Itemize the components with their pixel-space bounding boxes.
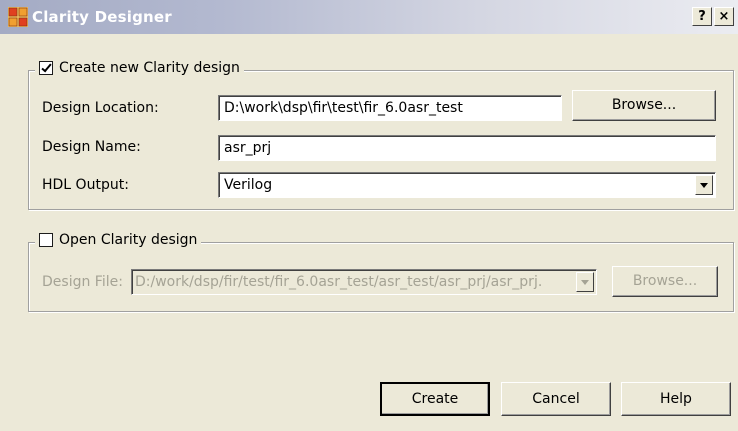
window-title: Clarity Designer: [32, 8, 172, 26]
create-design-legend[interactable]: Create new Clarity design: [35, 60, 244, 76]
open-design-checkbox-label: Open Clarity design: [59, 232, 198, 248]
app-icon: [8, 7, 28, 27]
open-design-checkbox[interactable]: [39, 233, 53, 247]
clarity-designer-dialog: Clarity Designer ? × Create new Clarity …: [0, 0, 738, 431]
design-name-input[interactable]: asr_prj: [218, 135, 716, 161]
design-file-label: Design File:: [42, 274, 123, 290]
create-design-checkbox[interactable]: [39, 61, 53, 75]
design-file-select[interactable]: D:/work/dsp/fir/test/fir_6.0asr_test/asr…: [131, 269, 597, 295]
create-button[interactable]: Create: [380, 382, 490, 416]
hdl-output-select[interactable]: Verilog: [218, 172, 716, 198]
hdl-output-value: Verilog: [224, 177, 273, 193]
chevron-down-icon[interactable]: [695, 175, 713, 195]
design-location-label: Design Location:: [42, 100, 159, 116]
open-design-legend[interactable]: Open Clarity design: [35, 232, 202, 248]
help-button[interactable]: Help: [621, 382, 731, 416]
file-browse-button[interactable]: Browse...: [612, 266, 718, 297]
help-title-button[interactable]: ?: [692, 7, 712, 26]
chevron-down-icon[interactable]: [576, 272, 594, 292]
hdl-output-label: HDL Output:: [42, 177, 129, 193]
create-design-checkbox-label: Create new Clarity design: [59, 60, 240, 76]
cancel-button[interactable]: Cancel: [501, 382, 611, 416]
title-bar: Clarity Designer ? ×: [0, 0, 738, 34]
close-button[interactable]: ×: [714, 7, 734, 26]
design-location-input[interactable]: D:\work\dsp\fir\test\fir_6.0asr_test: [218, 95, 562, 121]
design-file-value: D:/work/dsp/fir/test/fir_6.0asr_test/asr…: [135, 274, 543, 290]
location-browse-button[interactable]: Browse...: [572, 90, 716, 121]
design-name-label: Design Name:: [42, 139, 141, 155]
